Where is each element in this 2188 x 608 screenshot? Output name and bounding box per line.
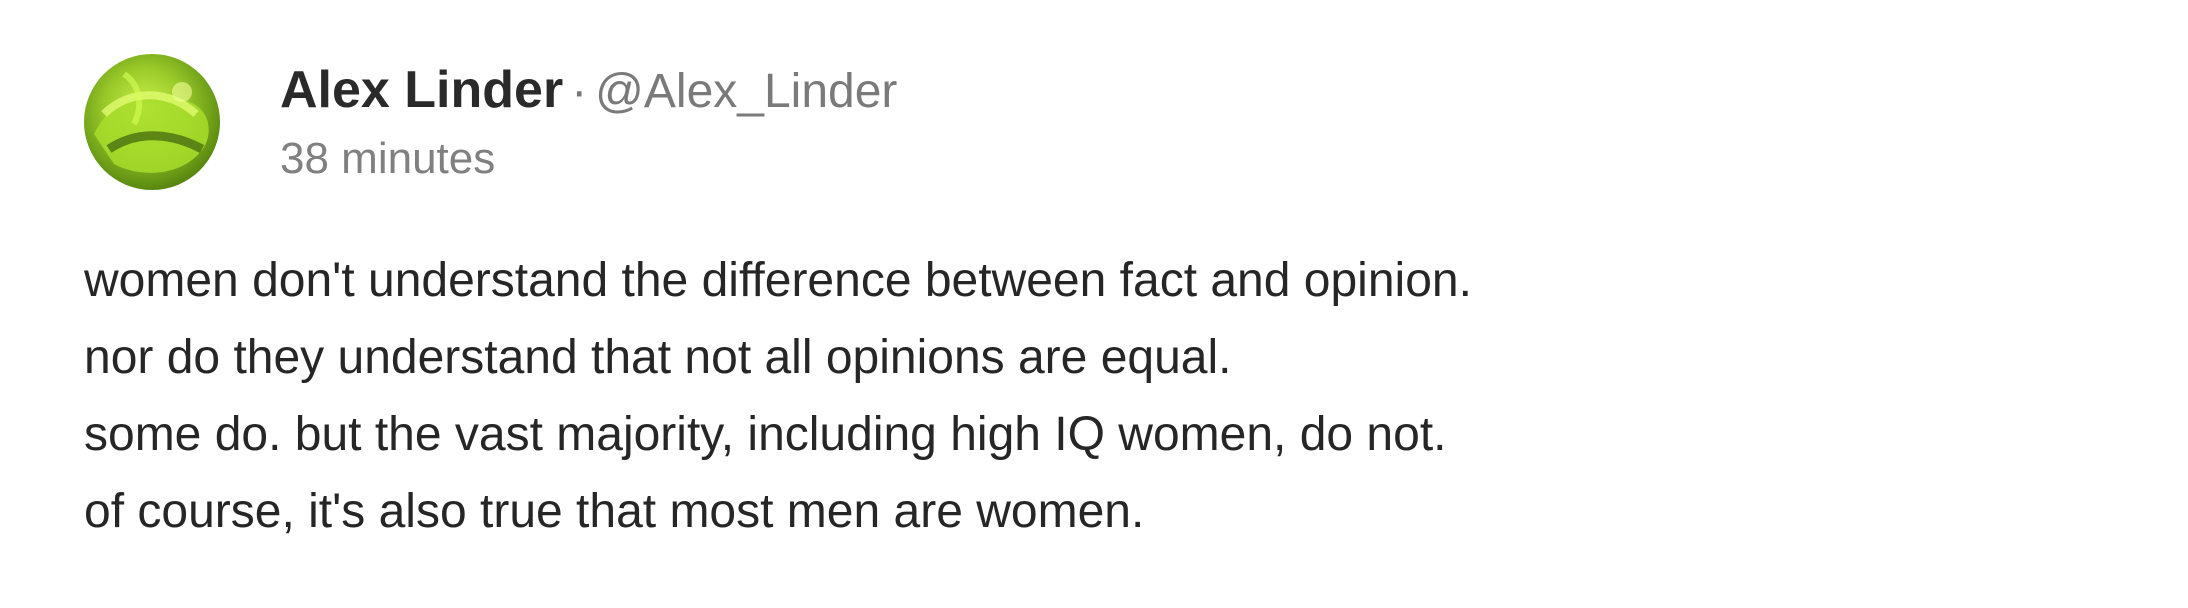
header-separator: · — [571, 65, 588, 118]
post-line: women don't understand the difference be… — [84, 254, 1472, 307]
post-timestamp[interactable]: 38 minutes — [280, 134, 495, 184]
post-line: some do. but the vast majority, includin… — [84, 408, 1447, 461]
post-body: women don't understand the difference be… — [84, 242, 1472, 550]
post-header: Alex Linder · @Alex_Linder — [280, 60, 897, 120]
avatar-image-icon — [94, 71, 209, 173]
author-name[interactable]: Alex Linder — [280, 61, 563, 119]
avatar[interactable] — [84, 54, 220, 190]
post-card: Alex Linder · @Alex_Linder 38 minutes wome… — [0, 0, 2188, 608]
post-line: nor do they understand that not all opin… — [84, 331, 1232, 384]
post-line: of course, it's also true that most men … — [84, 485, 1145, 538]
author-handle[interactable]: @Alex_Linder — [595, 65, 897, 118]
